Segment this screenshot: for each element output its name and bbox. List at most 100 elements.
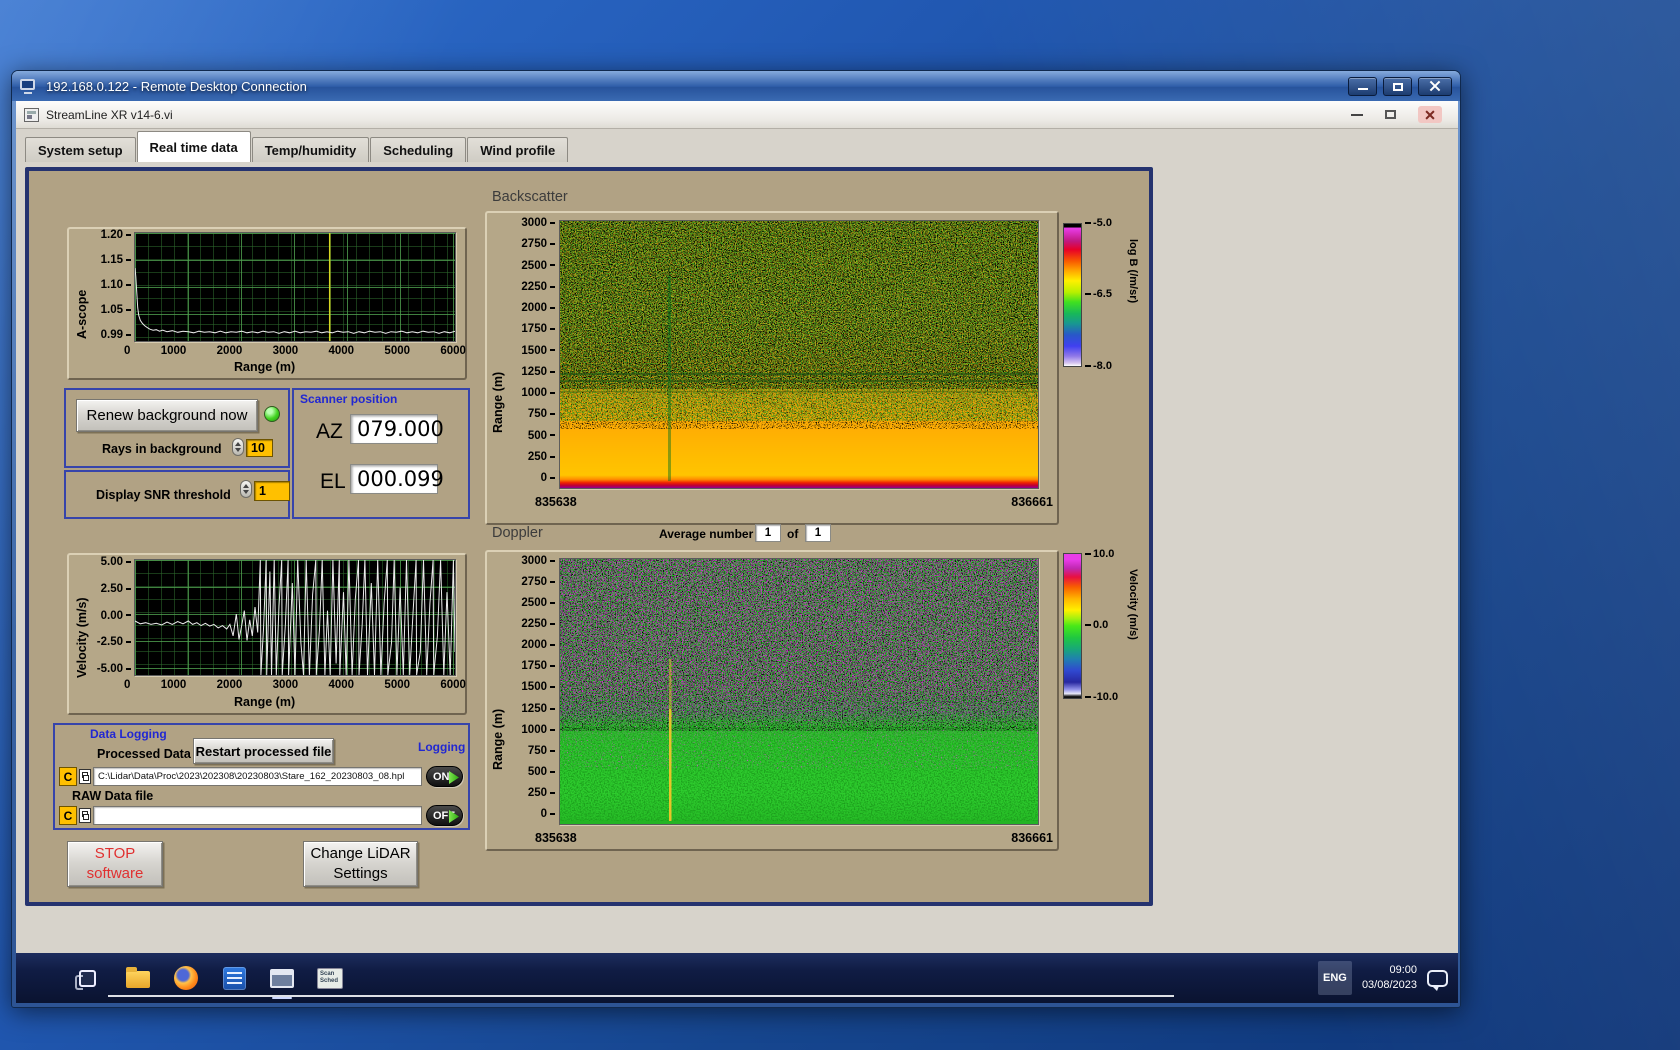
velocity-xticks: 0 1000 2000 3000 4000 5000 6000 xyxy=(124,679,466,691)
tick-label: 3000 xyxy=(272,679,299,691)
processed-logging-toggle[interactable]: ON xyxy=(426,766,463,787)
ascope-plot-area[interactable] xyxy=(134,232,456,342)
tab-real-time-data[interactable]: Real time data xyxy=(136,131,251,162)
tick-label: 0 xyxy=(124,679,131,691)
vi-minimize-button[interactable] xyxy=(1351,113,1363,116)
velocity-trace xyxy=(135,560,455,675)
scanner-position-box: Scanner position AZ 079.000 EL 000.099 xyxy=(292,388,470,519)
velocity-graph: Velocity (m/s) 5.00 2.50 0.00 -2.50 -5.00 01… xyxy=(67,553,467,715)
doppler-cb-min: -10.0 xyxy=(1085,691,1118,703)
el-value-field[interactable]: 000.099 xyxy=(350,464,444,494)
raw-browse-icon[interactable] xyxy=(79,808,91,823)
rays-value-field[interactable]: 10 xyxy=(246,439,273,457)
stop-software-button[interactable]: STOP software xyxy=(67,841,163,887)
az-value-field[interactable]: 079.000 xyxy=(350,414,444,444)
file-explorer-button[interactable] xyxy=(123,963,153,993)
tick-label: 0 xyxy=(124,345,131,357)
active-app-indicator xyxy=(272,997,292,999)
tick-label: 2000 xyxy=(216,345,243,357)
firefox-button[interactable] xyxy=(171,963,201,993)
task-view-icon xyxy=(74,969,96,990)
snr-spinner[interactable] xyxy=(240,480,252,498)
backscatter-cb-mid: -6.5 xyxy=(1085,288,1112,300)
rays-spinner[interactable] xyxy=(232,438,244,456)
processed-browse-icon[interactable] xyxy=(79,769,91,784)
processed-drive-selector[interactable]: C xyxy=(59,767,77,786)
doppler-yticks: 3000 2750 2500 2250 2000 1750 1500 1250 1000 750 5… xyxy=(507,555,555,820)
tick-label: 0.00 xyxy=(101,610,131,622)
tick-label: 1.10 xyxy=(101,279,131,291)
backscatter-cb-max: -5.0 xyxy=(1085,217,1112,229)
average-total-field[interactable]: 1 xyxy=(805,524,831,542)
processed-path-field[interactable]: C:\Lidar\Data\Proc\2023\202308\20230803\… xyxy=(93,767,422,786)
clock-time: 09:00 xyxy=(1389,964,1417,977)
snr-threshold-label: Display SNR threshold xyxy=(96,488,231,502)
vi-icon xyxy=(24,107,39,122)
taskbar-clock[interactable]: 09:00 03/08/2023 xyxy=(1362,963,1417,993)
raw-logging-toggle[interactable]: OFF xyxy=(426,805,463,826)
tick-label: 3000 xyxy=(272,345,299,357)
tab-bar: System setup Real time data Temp/humidit… xyxy=(16,129,1458,162)
rdp-titlebar[interactable]: 192.168.0.122 - Remote Desktop Connectio… xyxy=(12,71,1460,101)
tick-label: 750 xyxy=(528,745,555,757)
el-label: EL xyxy=(320,470,346,493)
tick-label: 5.00 xyxy=(101,556,131,568)
doppler-cb-mid: 0.0 xyxy=(1085,619,1108,631)
doppler-title: Doppler xyxy=(492,525,543,541)
renew-background-button[interactable]: Renew background now xyxy=(76,399,258,432)
raw-path-field[interactable] xyxy=(93,806,422,825)
remote-taskbar: Scan Sched ENG 09:00 03/08/2023 xyxy=(16,953,1458,1003)
change-lidar-settings-button[interactable]: Change LiDAR Settings xyxy=(303,841,418,887)
doppler-heatmap-image xyxy=(560,559,1038,824)
folder-icon xyxy=(126,967,150,988)
doppler-plot-area[interactable] xyxy=(559,558,1039,825)
tick-label: 1750 xyxy=(521,323,555,335)
desktop-background: { "colors": { "labview_blue": "#2127d2",… xyxy=(0,0,1680,1050)
tick-label: 2500 xyxy=(521,597,555,609)
language-indicator[interactable]: ENG xyxy=(1317,961,1352,995)
tick-label: 2750 xyxy=(521,238,555,250)
minimize-icon xyxy=(1358,87,1368,90)
tick-label: 750 xyxy=(528,408,555,420)
raw-data-file-label: RAW Data file xyxy=(72,789,154,803)
tick-label: 1750 xyxy=(521,660,555,672)
tab-system-setup[interactable]: System setup xyxy=(25,137,136,162)
minimize-button[interactable] xyxy=(1348,76,1377,96)
maximize-button[interactable] xyxy=(1383,76,1412,96)
tab-temp-humidity[interactable]: Temp/humidity xyxy=(251,137,370,162)
background-controls-box: Renew background now Rays in background … xyxy=(64,388,290,468)
tick-label: 4000 xyxy=(328,679,355,691)
snr-value-field[interactable]: 1 xyxy=(254,481,290,501)
tick-label: 2500 xyxy=(521,260,555,272)
tick-label: 250 xyxy=(528,787,555,799)
tab-wind-profile[interactable]: Wind profile xyxy=(467,137,569,162)
active-session-button[interactable] xyxy=(267,963,297,993)
tick-label: 1.15 xyxy=(101,254,131,266)
close-button[interactable] xyxy=(1418,76,1452,96)
velocity-plot-area[interactable] xyxy=(134,559,456,676)
backscatter-x-start: 835638 xyxy=(535,495,577,509)
blue-app-icon xyxy=(222,966,246,990)
vi-titlebar[interactable]: StreamLine XR v14-6.vi xyxy=(16,101,1458,129)
restart-processed-file-button[interactable]: Restart processed file xyxy=(193,738,334,764)
tick-label: 3000 xyxy=(521,555,555,567)
task-view-button[interactable] xyxy=(72,963,102,993)
backscatter-plot-area[interactable] xyxy=(559,220,1039,489)
average-number-field[interactable]: 1 xyxy=(755,524,781,542)
backscatter-heatmap-image xyxy=(560,221,1038,488)
tick-label: 0 xyxy=(541,808,555,820)
vi-close-button[interactable] xyxy=(1418,106,1442,123)
vi-restore-button[interactable] xyxy=(1385,110,1396,119)
tick-label: 3000 xyxy=(521,217,555,229)
notifications-icon[interactable] xyxy=(1427,969,1448,991)
blue-app-button[interactable] xyxy=(219,963,249,993)
renew-background-led xyxy=(264,406,280,422)
raw-drive-selector[interactable]: C xyxy=(59,806,77,825)
stop-button-line2: software xyxy=(86,865,144,882)
scanner-position-title: Scanner position xyxy=(300,392,398,406)
tick-label: 1000 xyxy=(160,345,187,357)
scan-scheduler-button[interactable]: Scan Sched xyxy=(315,963,345,993)
backscatter-graph: Range (m) 3000 2750 2500 2250 2000 1750 1500 12… xyxy=(485,211,1059,525)
a-scope-trace xyxy=(135,267,455,334)
tab-scheduling[interactable]: Scheduling xyxy=(370,137,467,162)
